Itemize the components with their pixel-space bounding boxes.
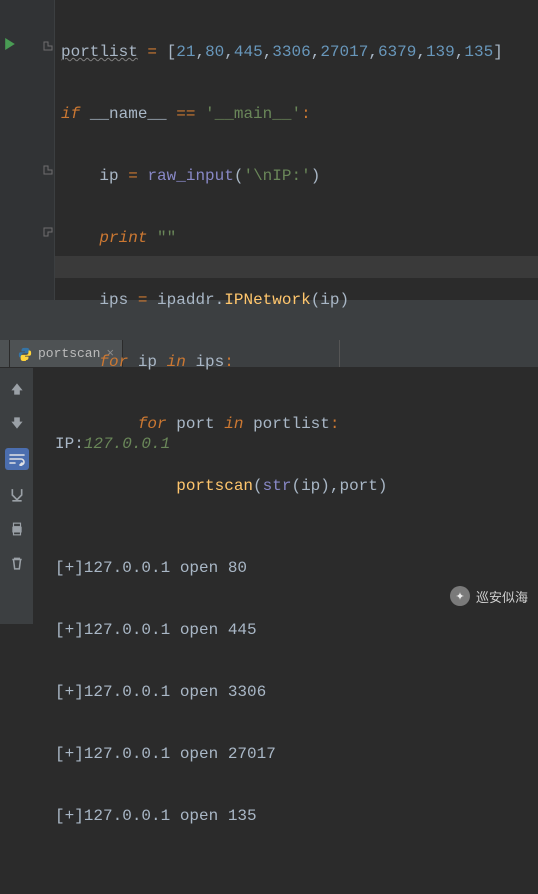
watermark: ✦ 巡安似海	[450, 586, 528, 606]
operator: ==	[176, 105, 195, 123]
fold-icon[interactable]	[42, 164, 54, 176]
scroll-to-end-icon[interactable]	[7, 486, 27, 504]
wechat-icon: ✦	[450, 586, 470, 606]
number-literal: 135	[464, 43, 493, 61]
console-toolbar	[0, 368, 33, 624]
identifier: __name__	[90, 105, 167, 123]
string-literal: '__main__'	[205, 105, 301, 123]
identifier: portlist	[253, 415, 330, 433]
arrow-down-icon[interactable]	[7, 414, 27, 432]
identifier: portlist	[61, 43, 138, 61]
identifier: ipaddr	[157, 291, 215, 309]
identifier: ip	[320, 291, 339, 309]
console-line: [+]127.0.0.1 open 445	[55, 615, 276, 646]
console-line: [+]127.0.0.1 open 3306	[55, 677, 276, 708]
trash-icon[interactable]	[7, 554, 27, 572]
identifier: port	[176, 415, 214, 433]
tab-stub	[0, 340, 10, 367]
console-line: [+]127.0.0.1 open 135	[55, 801, 276, 832]
number-literal: 6379	[378, 43, 416, 61]
string-literal: '\nIP:'	[243, 167, 310, 185]
code-editor[interactable]: portlist = [21,80,445,3306,27017,6379,13…	[0, 0, 538, 300]
number-literal: 139	[426, 43, 455, 61]
identifier: ip	[138, 353, 157, 371]
keyword: if	[61, 105, 80, 123]
print-icon[interactable]	[7, 520, 27, 538]
number-literal: 3306	[272, 43, 310, 61]
console-line: [+]127.0.0.1 open 27017	[55, 739, 276, 770]
number-literal: 21	[176, 43, 195, 61]
watermark-text: 巡安似海	[476, 587, 528, 606]
builtin-call: raw_input	[147, 167, 233, 185]
builtin-call: str	[263, 477, 292, 495]
keyword: for	[99, 353, 128, 371]
run-icon[interactable]	[4, 38, 16, 55]
keyword: in	[167, 353, 186, 371]
identifier: port	[339, 477, 377, 495]
number-literal: 27017	[320, 43, 368, 61]
number-literal: 445	[234, 43, 263, 61]
keyword: in	[224, 415, 243, 433]
editor-gutter	[0, 0, 55, 300]
number-literal: 80	[205, 43, 224, 61]
python-file-icon	[18, 347, 32, 361]
function-call: portscan	[176, 477, 253, 495]
identifier: ip	[99, 167, 118, 185]
identifier: ips	[195, 353, 224, 371]
soft-wrap-icon[interactable]	[5, 448, 29, 470]
keyword: print	[99, 229, 147, 247]
code-content[interactable]: portlist = [21,80,445,3306,27017,6379,13…	[55, 0, 503, 300]
identifier: ip	[301, 477, 320, 495]
arrow-up-icon[interactable]	[7, 380, 27, 398]
keyword: for	[138, 415, 167, 433]
string-literal: ""	[157, 229, 176, 247]
fold-icon[interactable]	[42, 226, 54, 238]
current-line-highlight	[0, 256, 538, 278]
identifier: ips	[99, 291, 128, 309]
function-call: IPNetwork	[224, 291, 310, 309]
fold-icon[interactable]	[42, 40, 54, 52]
